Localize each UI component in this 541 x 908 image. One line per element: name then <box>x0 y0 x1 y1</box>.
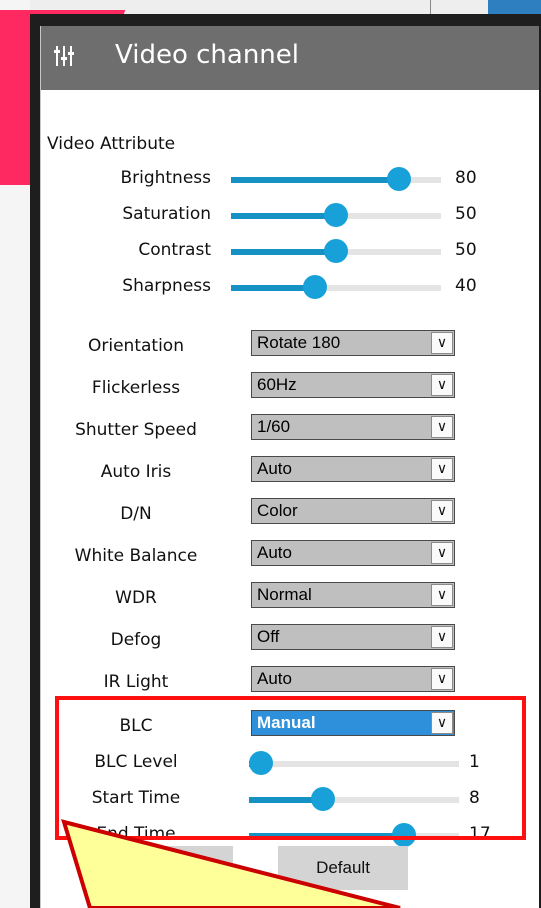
select-value: Auto <box>257 669 292 688</box>
dn-select[interactable]: Color ∨ <box>251 498 455 524</box>
select-value: Color <box>257 501 298 520</box>
select-value: Normal <box>257 585 312 604</box>
slider-knob[interactable] <box>303 275 327 299</box>
brightness-label: Brightness <box>120 168 211 188</box>
video-attribute-label: Video Attribute <box>47 134 176 154</box>
panel-titlebar: Video channel <box>41 26 539 90</box>
top-separator <box>430 0 431 14</box>
brightness-slider[interactable] <box>231 167 441 191</box>
select-value: Auto <box>257 459 292 478</box>
shutter-speed-label: Shutter Speed <box>75 420 197 440</box>
saturation-value: 50 <box>455 204 477 224</box>
chevron-down-icon[interactable]: ∨ <box>431 500 453 522</box>
sliders-icon <box>54 46 74 66</box>
contrast-slider[interactable] <box>231 239 441 263</box>
auto-iris-label: Auto Iris <box>100 462 172 482</box>
orientation-label: Orientation <box>88 336 184 356</box>
default-button[interactable]: Default <box>278 846 408 890</box>
chevron-down-icon[interactable]: ∨ <box>431 332 453 354</box>
saturation-label: Saturation <box>122 204 211 224</box>
blc-highlight-box <box>55 696 526 840</box>
select-value: 60Hz <box>257 375 297 394</box>
ir-light-select[interactable]: Auto ∨ <box>251 666 455 692</box>
panel-title: Video channel <box>115 40 299 70</box>
select-value: Rotate 180 <box>257 333 341 352</box>
defog-label: Defog <box>110 630 162 650</box>
flickerless-select[interactable]: 60Hz ∨ <box>251 372 455 398</box>
chevron-down-icon[interactable]: ∨ <box>431 458 453 480</box>
chevron-down-icon[interactable]: ∨ <box>431 668 453 690</box>
ir-light-label: IR Light <box>103 672 169 692</box>
flickerless-label: Flickerless <box>91 378 181 398</box>
white-balance-label: White Balance <box>74 546 198 566</box>
select-value: Auto <box>257 543 292 562</box>
auto-iris-select[interactable]: Auto ∨ <box>251 456 455 482</box>
panel-body: Video channel Video Attribute Brightness… <box>40 26 539 908</box>
slider-knob[interactable] <box>387 167 411 191</box>
chevron-down-icon[interactable]: ∨ <box>431 416 453 438</box>
slider-knob[interactable] <box>324 239 348 263</box>
apply-button[interactable]: Apply <box>103 846 233 890</box>
select-value: 1/60 <box>257 417 291 436</box>
contrast-value: 50 <box>455 240 477 260</box>
dn-label: D/N <box>120 504 152 524</box>
select-value: Off <box>257 627 280 646</box>
sharpness-value: 40 <box>455 276 477 296</box>
saturation-slider[interactable] <box>231 203 441 227</box>
defog-select[interactable]: Off ∨ <box>251 624 455 650</box>
shutter-speed-select[interactable]: 1/60 ∨ <box>251 414 455 440</box>
chevron-down-icon[interactable]: ∨ <box>431 584 453 606</box>
top-accent <box>488 0 541 14</box>
wdr-label: WDR <box>115 588 157 608</box>
orientation-select[interactable]: Rotate 180 ∨ <box>251 330 455 356</box>
slider-knob[interactable] <box>324 203 348 227</box>
white-balance-select[interactable]: Auto ∨ <box>251 540 455 566</box>
wdr-select[interactable]: Normal ∨ <box>251 582 455 608</box>
sharpness-label: Sharpness <box>122 276 211 296</box>
chevron-down-icon[interactable]: ∨ <box>431 374 453 396</box>
video-channel-panel: Video channel Video Attribute Brightness… <box>30 14 541 908</box>
sharpness-slider[interactable] <box>231 275 441 299</box>
chevron-down-icon[interactable]: ∨ <box>431 626 453 648</box>
contrast-label: Contrast <box>138 240 211 260</box>
brightness-value: 80 <box>455 168 477 188</box>
chevron-down-icon[interactable]: ∨ <box>431 542 453 564</box>
